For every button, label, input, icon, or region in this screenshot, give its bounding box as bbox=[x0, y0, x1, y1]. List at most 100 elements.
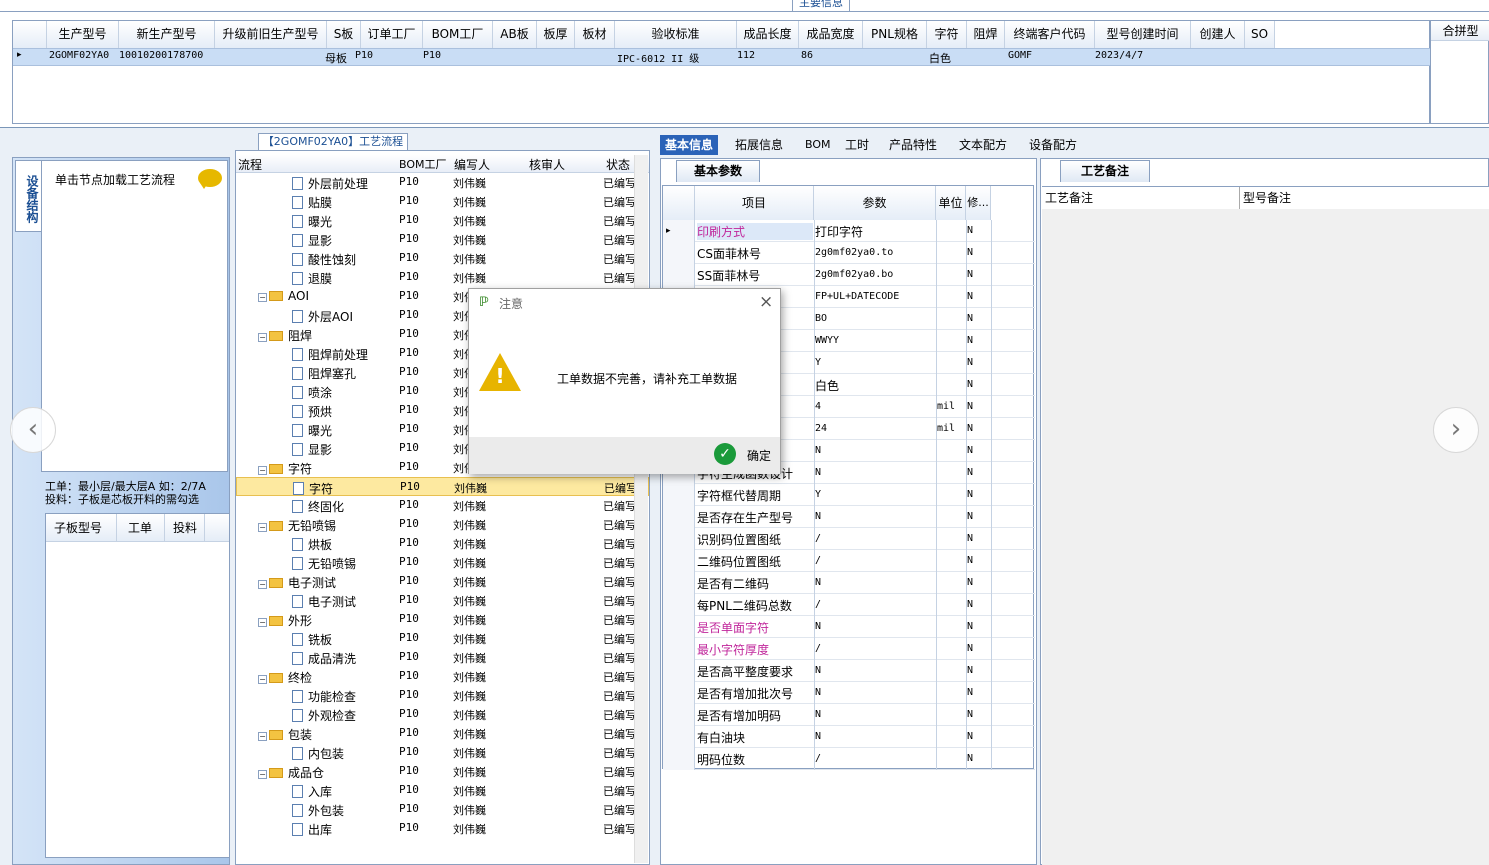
collapse-icon[interactable]: − bbox=[258, 732, 267, 741]
tab-extended-info[interactable]: 拓展信息 bbox=[735, 135, 783, 155]
process-notes-header[interactable]: 工艺备注 bbox=[1042, 187, 1240, 209]
tree-row[interactable]: − 外形 P10 刘伟巍 已编写 bbox=[236, 610, 649, 629]
param-value[interactable]: N bbox=[815, 709, 821, 720]
col-header[interactable]: 工单 bbox=[128, 519, 152, 536]
col-header[interactable]: 验收标准 bbox=[615, 21, 737, 48]
param-value[interactable]: N bbox=[815, 511, 821, 522]
tree-node[interactable]: 喷涂 bbox=[292, 384, 332, 401]
col-header[interactable]: 核审人 bbox=[529, 156, 565, 173]
col-header[interactable]: BOM工厂 bbox=[423, 21, 493, 48]
param-value[interactable]: N bbox=[815, 731, 821, 742]
param-value[interactable]: 24 bbox=[815, 423, 827, 434]
param-value[interactable]: Y bbox=[815, 357, 821, 368]
param-value[interactable]: / bbox=[815, 643, 821, 654]
vertical-tab-equipment[interactable]: 设备结构 bbox=[15, 160, 41, 232]
col-header[interactable]: 型号创建时间 bbox=[1095, 21, 1191, 48]
col-header[interactable]: 参数 bbox=[814, 186, 936, 220]
tree-row[interactable]: 显影 P10 刘伟巍 已编写 bbox=[236, 230, 649, 249]
tree-row[interactable]: − 电子测试 P10 刘伟巍 已编写 bbox=[236, 572, 649, 591]
param-row[interactable]: 明码位数 / N bbox=[663, 748, 1035, 770]
col-header[interactable]: 创建人 bbox=[1191, 21, 1245, 48]
param-row[interactable]: 是否有增加批次号 N N bbox=[663, 682, 1035, 704]
col-header[interactable]: PNL规格 bbox=[863, 21, 927, 48]
collapse-icon[interactable]: − bbox=[258, 580, 267, 589]
param-row[interactable]: SS面菲林号 2g0mf02ya0.bo N bbox=[663, 264, 1035, 286]
tree-row[interactable]: 电子测试 P10 刘伟巍 已编写 bbox=[236, 591, 649, 610]
col-header[interactable]: 订单工厂 bbox=[361, 21, 423, 48]
tree-node[interactable]: 无铅喷锡 bbox=[292, 555, 356, 572]
col-header[interactable]: 成品宽度 bbox=[799, 21, 863, 48]
col-header[interactable]: 修... bbox=[966, 186, 991, 220]
tree-node[interactable]: 贴膜 bbox=[292, 194, 332, 211]
load-flow-button[interactable]: 单击节点加载工艺流程 bbox=[42, 161, 227, 197]
param-value[interactable]: N bbox=[815, 577, 821, 588]
collapse-icon[interactable]: − bbox=[258, 770, 267, 779]
param-value[interactable]: N bbox=[815, 687, 821, 698]
tree-node[interactable]: 外包装 bbox=[292, 802, 344, 819]
close-icon[interactable]: × bbox=[759, 292, 773, 312]
tab-text-recipe[interactable]: 文本配方 bbox=[959, 135, 1007, 155]
tab-work-hours[interactable]: 工时 bbox=[845, 135, 869, 155]
param-value[interactable]: WWYY bbox=[815, 335, 839, 346]
param-row[interactable]: 是否高平整度要求 N N bbox=[663, 660, 1035, 682]
tree-node[interactable]: 阻焊塞孔 bbox=[292, 365, 356, 382]
param-row[interactable]: 是否有二维码 N N bbox=[663, 572, 1035, 594]
cell-bom-factory[interactable]: P10 bbox=[423, 50, 441, 61]
param-value[interactable]: N bbox=[815, 445, 821, 456]
tree-node[interactable]: − 成品仓 bbox=[258, 764, 324, 781]
tab-bom[interactable]: BOM bbox=[805, 135, 831, 155]
tree-node[interactable]: − 阻焊 bbox=[258, 327, 312, 344]
tree-row[interactable]: 外观检查 P10 刘伟巍 已编写 bbox=[236, 705, 649, 724]
col-header[interactable]: 子板型号 bbox=[54, 519, 102, 536]
tree-node[interactable]: 退膜 bbox=[292, 270, 332, 287]
tree-node[interactable]: 电子测试 bbox=[292, 593, 356, 610]
tree-node[interactable]: 外层AOI bbox=[292, 308, 353, 325]
tree-node[interactable]: 显影 bbox=[292, 232, 332, 249]
col-header[interactable]: 生产型号 bbox=[47, 21, 119, 48]
param-row[interactable]: 二维码位置图纸 / N bbox=[663, 550, 1035, 572]
tab-product-features[interactable]: 产品特性 bbox=[889, 135, 937, 155]
tree-row[interactable]: − 无铅喷锡 P10 刘伟巍 已编写 bbox=[236, 515, 649, 534]
tree-node[interactable]: 终固化 bbox=[292, 498, 344, 515]
model-notes-header[interactable]: 型号备注 bbox=[1240, 187, 1489, 209]
param-value[interactable]: Y bbox=[815, 489, 821, 500]
param-value[interactable]: N bbox=[815, 665, 821, 676]
tree-node[interactable]: 出库 bbox=[292, 821, 332, 838]
param-row[interactable]: 是否存在生产型号 N N bbox=[663, 506, 1035, 528]
param-row[interactable]: ▸ 印刷方式 打印字符 N bbox=[663, 220, 1035, 242]
tree-node[interactable]: 入库 bbox=[292, 783, 332, 800]
col-header[interactable]: SO bbox=[1245, 21, 1275, 48]
param-row[interactable]: 识别码位置图纸 / N bbox=[663, 528, 1035, 550]
col-header[interactable]: 板厚 bbox=[537, 21, 575, 48]
tree-row[interactable]: − 成品仓 P10 刘伟巍 已编写 bbox=[236, 762, 649, 781]
tree-row[interactable]: 铣板 P10 刘伟巍 已编写 bbox=[236, 629, 649, 648]
param-value[interactable]: / bbox=[815, 599, 821, 610]
col-header[interactable]: 阻焊 bbox=[967, 21, 1005, 48]
cell-char[interactable]: 白色 bbox=[929, 50, 951, 66]
notes-tab[interactable]: 工艺备注 bbox=[1060, 160, 1150, 182]
tab-basic-info[interactable]: 基本信息 bbox=[660, 135, 719, 155]
tree-node[interactable]: − 外形 bbox=[258, 612, 312, 629]
tree-node[interactable]: 预烘 bbox=[292, 403, 332, 420]
cell-order-factory[interactable]: P10 bbox=[355, 50, 373, 61]
col-header[interactable]: 编写人 bbox=[454, 156, 490, 173]
tree-row[interactable]: 功能检查 P10 刘伟巍 已编写 bbox=[236, 686, 649, 705]
tree-node[interactable]: − 字符 bbox=[258, 460, 312, 477]
param-value[interactable]: FP+UL+DATECODE bbox=[815, 291, 899, 302]
tree-row[interactable]: 外层前处理 P10 刘伟巍 已编写 bbox=[236, 173, 649, 192]
col-header[interactable]: S板 bbox=[327, 21, 361, 48]
tree-row[interactable]: 酸性蚀刻 P10 刘伟巍 已编写 bbox=[236, 249, 649, 268]
tree-row[interactable]: − 包装 P10 刘伟巍 已编写 bbox=[236, 724, 649, 743]
collapse-icon[interactable]: − bbox=[258, 523, 267, 532]
tree-scrollbar[interactable] bbox=[634, 155, 648, 863]
col-header[interactable]: 流程 bbox=[238, 156, 262, 173]
param-row[interactable]: 是否有增加明码 N N bbox=[663, 704, 1035, 726]
collapse-icon[interactable]: − bbox=[258, 466, 267, 475]
cell-created[interactable]: 2023/4/7 bbox=[1095, 50, 1143, 61]
col-header[interactable]: 终端客户代码 bbox=[1005, 21, 1095, 48]
col-header[interactable]: BOM工厂 bbox=[399, 156, 447, 172]
tree-row[interactable]: 入库 P10 刘伟巍 已编写 bbox=[236, 781, 649, 800]
tree-row[interactable]: 曝光 P10 刘伟巍 已编写 bbox=[236, 211, 649, 230]
col-header[interactable]: 项目 bbox=[695, 186, 814, 220]
tree-node[interactable]: − 电子测试 bbox=[258, 574, 336, 591]
